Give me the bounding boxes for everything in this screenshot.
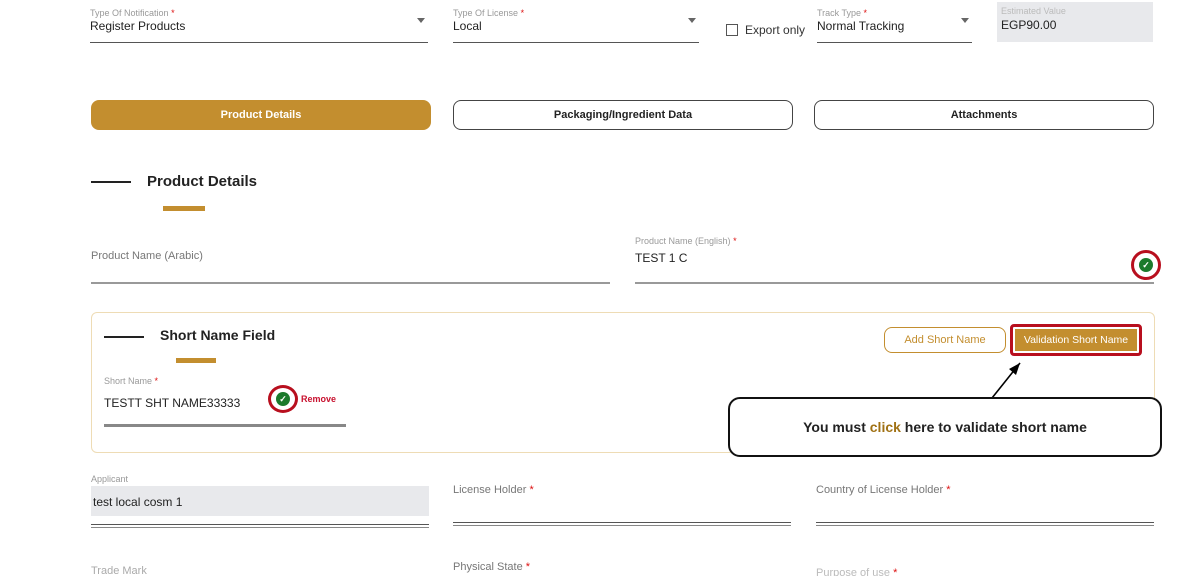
validation-short-name-button-wrapper[interactable]: Validation Short Name <box>1010 324 1142 356</box>
required-mark: * <box>946 484 951 496</box>
short-name-title-dash <box>104 336 144 338</box>
product-name-arabic-label: Product Name (Arabic) <box>91 250 203 262</box>
callout-prefix: You must <box>803 419 870 435</box>
arabic-underline <box>91 282 610 284</box>
tab-packaging-ingredient-data[interactable]: Packaging/Ingredient Data <box>453 100 793 130</box>
applicant-value: test local cosm 1 <box>93 495 183 509</box>
section-title-dash <box>91 181 131 183</box>
chevron-down-icon <box>417 18 425 23</box>
short-name-valid-check-icon: ✓ <box>268 385 298 413</box>
product-name-arabic-field[interactable]: Product Name (Arabic) <box>91 238 610 288</box>
short-name-label: Short Name <box>104 376 153 386</box>
product-name-english-field[interactable]: Product Name (English) * TEST 1 C <box>635 236 1154 288</box>
applicant-label: Applicant <box>91 474 129 484</box>
country-of-license-holder-label: Country of License Holder <box>816 484 944 496</box>
applicant-field: Applicant test local cosm 1 <box>91 474 429 530</box>
track-type-label: Track Type <box>817 8 862 18</box>
estimated-value: EGP90.00 <box>1001 18 1057 32</box>
chevron-down-icon <box>961 18 969 23</box>
validation-short-name-button[interactable]: Validation Short Name <box>1015 329 1137 351</box>
notification-type-field[interactable]: Type Of Notification * Register Products <box>90 8 428 44</box>
required-mark: * <box>520 8 525 18</box>
notification-underline <box>90 42 428 43</box>
license-type-value: Local <box>453 19 482 33</box>
license-holder-label: License Holder <box>453 484 527 496</box>
license-type-label: Type Of License <box>453 8 519 18</box>
track-type-value: Normal Tracking <box>817 19 905 33</box>
purpose-of-use-field[interactable]: Purpose of use * <box>816 567 897 576</box>
instruction-callout: You must click here to validate short na… <box>728 397 1162 457</box>
notification-type-value: Register Products <box>90 19 186 33</box>
export-only-checkbox-row[interactable]: Export only <box>726 22 805 38</box>
country-underline <box>816 522 1154 523</box>
license-holder-underline <box>453 522 791 523</box>
required-mark: * <box>529 484 534 496</box>
applicant-underline <box>91 524 429 525</box>
export-only-checkbox[interactable] <box>726 24 738 36</box>
short-name-accent-bar <box>176 358 216 363</box>
english-underline <box>635 282 1154 284</box>
callout-highlight: click <box>869 419 901 435</box>
section-accent-bar <box>163 206 205 211</box>
required-mark: * <box>171 8 175 18</box>
license-holder-field[interactable]: License Holder * <box>453 476 791 532</box>
short-name-underline <box>104 424 346 427</box>
product-details-title: Product Details <box>147 173 258 190</box>
tab-attachments[interactable]: Attachments <box>814 100 1154 130</box>
physical-state-label: Physical State <box>453 561 523 573</box>
english-valid-check-icon: ✓ <box>1131 250 1161 280</box>
estimated-value-label: Estimated Value <box>1001 6 1066 16</box>
track-type-field[interactable]: Track Type * Normal Tracking <box>817 8 972 44</box>
required-mark: * <box>863 8 868 18</box>
estimated-value-field: Estimated Value EGP90.00 <box>997 2 1153 42</box>
license-underline <box>453 42 699 43</box>
country-of-license-holder-field[interactable]: Country of License Holder * <box>816 476 1154 532</box>
physical-state-field[interactable]: Physical State * <box>453 561 530 573</box>
callout-suffix: here to validate short name <box>900 419 1087 435</box>
required-mark: * <box>154 376 159 386</box>
short-name-title: Short Name Field <box>160 327 276 343</box>
tab-product-details[interactable]: Product Details <box>91 100 431 130</box>
chevron-down-icon <box>688 18 696 23</box>
remove-link[interactable]: Remove <box>301 394 336 404</box>
required-mark: * <box>733 236 737 246</box>
purpose-of-use-label: Purpose of use <box>816 567 890 576</box>
product-name-english-label: Product Name (English) <box>635 236 731 246</box>
required-mark: * <box>893 567 898 576</box>
add-short-name-button[interactable]: Add Short Name <box>884 327 1006 353</box>
export-only-label: Export only <box>745 23 806 37</box>
notification-type-label: Type Of Notification <box>90 8 169 18</box>
trade-mark-label: Trade Mark <box>91 565 147 576</box>
required-mark: * <box>525 561 531 573</box>
track-underline <box>817 42 972 43</box>
license-type-field[interactable]: Type Of License * Local <box>453 8 699 44</box>
product-name-english-value: TEST 1 C <box>635 251 688 265</box>
